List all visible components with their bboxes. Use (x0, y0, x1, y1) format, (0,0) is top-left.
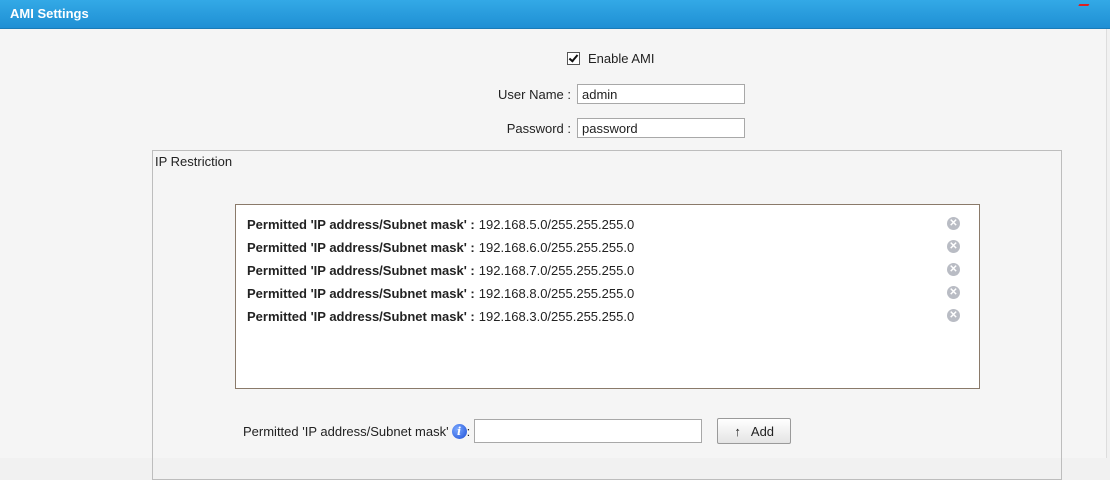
add-permitted-row: Permitted 'IP address/Subnet mask' i : ↑… (243, 418, 792, 444)
add-colon: : (466, 423, 471, 439)
list-item[interactable]: Permitted 'IP address/Subnet mask' : 192… (247, 305, 634, 327)
list-item[interactable]: Permitted 'IP address/Subnet mask' : 192… (247, 259, 634, 281)
permitted-value: 192.168.6.0/255.255.255.0 (478, 239, 635, 255)
add-permitted-label: Permitted 'IP address/Subnet mask' (243, 423, 449, 439)
password-label: Password : (506, 120, 571, 136)
password-input[interactable] (577, 118, 745, 138)
delete-icon[interactable]: ✕ (947, 309, 960, 322)
permitted-key: Permitted 'IP address/Subnet mask' : (247, 262, 475, 278)
permitted-key: Permitted 'IP address/Subnet mask' : (247, 308, 475, 324)
delete-icon[interactable]: ✕ (947, 240, 960, 253)
permitted-ip-input[interactable] (474, 419, 703, 443)
permitted-value: 192.168.3.0/255.255.255.0 (478, 308, 635, 324)
page-title: AMI Settings (10, 6, 89, 21)
username-input[interactable] (577, 84, 745, 104)
permitted-value: 192.168.8.0/255.255.255.0 (478, 285, 635, 301)
permitted-value: 192.168.5.0/255.255.255.0 (478, 216, 635, 232)
up-arrow-icon: ↑ (734, 423, 741, 439)
list-item[interactable]: Permitted 'IP address/Subnet mask' : 192… (247, 213, 634, 235)
username-row: User Name : (451, 84, 745, 104)
delete-icon[interactable]: ✕ (947, 217, 960, 230)
add-button-label: Add (750, 423, 775, 439)
delete-icon[interactable]: ✕ (947, 263, 960, 276)
delete-icon[interactable]: ✕ (947, 286, 960, 299)
permitted-key: Permitted 'IP address/Subnet mask' : (247, 216, 475, 232)
list-item[interactable]: Permitted 'IP address/Subnet mask' : 192… (247, 282, 634, 304)
check-icon (568, 52, 579, 63)
permitted-key: Permitted 'IP address/Subnet mask' : (247, 239, 475, 255)
enable-ami-row[interactable]: Enable AMI (567, 51, 655, 66)
info-icon[interactable]: i (451, 423, 467, 439)
enable-ami-label: Enable AMI (588, 51, 655, 66)
enable-ami-checkbox[interactable] (567, 52, 580, 65)
title-bar: AMI Settings (0, 0, 1110, 29)
add-button[interactable]: ↑ Add (717, 418, 792, 444)
permitted-value: 192.168.7.0/255.255.255.0 (478, 262, 635, 278)
permitted-ip-list[interactable]: Permitted 'IP address/Subnet mask' : 192… (235, 204, 980, 389)
password-row: Password : (451, 118, 745, 138)
red-annotation-mark (1078, 0, 1092, 6)
username-label: User Name : (498, 86, 571, 102)
list-item[interactable]: Permitted 'IP address/Subnet mask' : 192… (247, 236, 634, 258)
permitted-key: Permitted 'IP address/Subnet mask' : (247, 285, 475, 301)
ip-restriction-legend: IP Restriction (155, 154, 236, 169)
